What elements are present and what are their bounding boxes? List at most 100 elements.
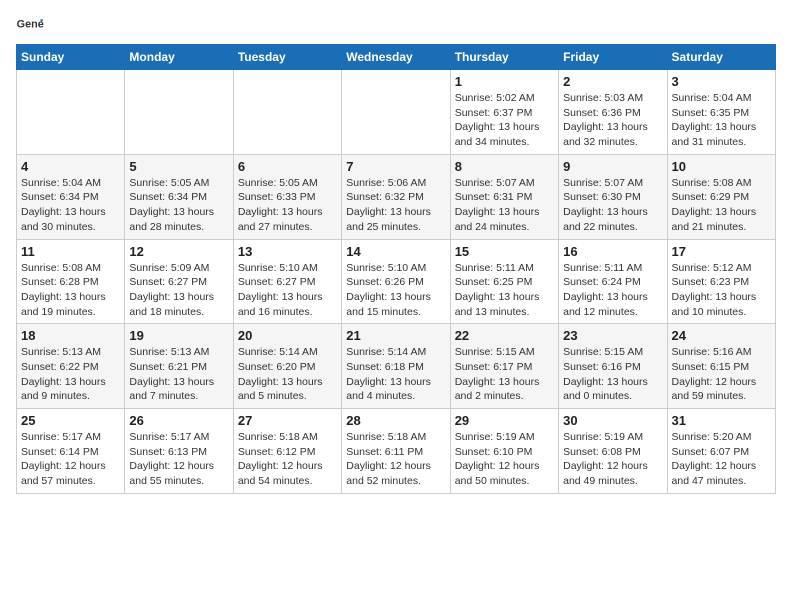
calendar-cell — [342, 70, 450, 155]
calendar-cell: 16 Sunrise: 5:11 AM Sunset: 6:24 PM Dayli… — [559, 239, 667, 324]
cell-day-number: 30 — [563, 413, 662, 428]
calendar-cell: 18Sunrise: 5:13 AM Sunset: 6:22 PM Dayli… — [17, 324, 125, 409]
calendar-cell: 31 Sunrise: 5:20 AM Sunset: 6:07 PM Dayli… — [667, 409, 775, 494]
cell-day-number: 31 — [672, 413, 771, 428]
calendar-cell: 22 Sunrise: 5:15 AM Sunset: 6:17 PM Dayli… — [450, 324, 558, 409]
calendar-cell: 5 Sunrise: 5:05 AM Sunset: 6:34 PM Daylig… — [125, 154, 233, 239]
calendar-cell: 6Sunrise: 5:05 AM Sunset: 6:33 PM Daylig… — [233, 154, 341, 239]
cell-day-number: 13 — [238, 244, 337, 259]
calendar-cell: 7 Sunrise: 5:06 AM Sunset: 6:32 PM Daylig… — [342, 154, 450, 239]
calendar-cell: 24Sunrise: 5:16 AM Sunset: 6:15 PM Dayli… — [667, 324, 775, 409]
cell-day-info: Sunrise: 5:20 AM Sunset: 6:07 PM Dayligh… — [672, 430, 771, 489]
calendar-cell: 10 Sunrise: 5:08 AM Sunset: 6:29 PM Dayli… — [667, 154, 775, 239]
weekday-header: Wednesday — [342, 45, 450, 70]
cell-day-info: Sunrise: 5:08 AM Sunset: 6:29 PM Dayligh… — [672, 176, 771, 235]
cell-day-number: 20 — [238, 328, 337, 343]
cell-day-number: 16 — [563, 244, 662, 259]
svg-text:General: General — [17, 19, 44, 31]
cell-day-info: Sunrise: 5:07 AM Sunset: 6:31 PM Dayligh… — [455, 176, 554, 235]
calendar-cell: 17 Sunrise: 5:12 AM Sunset: 6:23 PM Dayli… — [667, 239, 775, 324]
calendar-cell: 27Sunrise: 5:18 AM Sunset: 6:12 PM Dayli… — [233, 409, 341, 494]
cell-day-info: Sunrise: 5:06 AM Sunset: 6:32 PM Dayligh… — [346, 176, 445, 235]
cell-day-info: Sunrise: 5:16 AM Sunset: 6:15 PM Dayligh… — [672, 345, 771, 404]
cell-day-number: 6 — [238, 159, 337, 174]
cell-day-number: 10 — [672, 159, 771, 174]
calendar-cell: 9 Sunrise: 5:07 AM Sunset: 6:30 PM Daylig… — [559, 154, 667, 239]
cell-day-number: 14 — [346, 244, 445, 259]
cell-day-number: 5 — [129, 159, 228, 174]
cell-day-number: 25 — [21, 413, 120, 428]
calendar-cell: 23 Sunrise: 5:15 AM Sunset: 6:16 PM Dayli… — [559, 324, 667, 409]
calendar-week-row: 4Sunrise: 5:04 AM Sunset: 6:34 PM Daylig… — [17, 154, 776, 239]
logo: General — [16, 16, 48, 36]
calendar-cell — [17, 70, 125, 155]
cell-day-info: Sunrise: 5:04 AM Sunset: 6:35 PM Dayligh… — [672, 91, 771, 150]
cell-day-number: 26 — [129, 413, 228, 428]
calendar-cell: 3 Sunrise: 5:04 AM Sunset: 6:35 PM Daylig… — [667, 70, 775, 155]
header: General — [16, 16, 776, 36]
cell-day-info: Sunrise: 5:18 AM Sunset: 6:12 PM Dayligh… — [238, 430, 337, 489]
cell-day-number: 17 — [672, 244, 771, 259]
cell-day-info: Sunrise: 5:03 AM Sunset: 6:36 PM Dayligh… — [563, 91, 662, 150]
cell-day-info: Sunrise: 5:19 AM Sunset: 6:10 PM Dayligh… — [455, 430, 554, 489]
cell-day-info: Sunrise: 5:14 AM Sunset: 6:18 PM Dayligh… — [346, 345, 445, 404]
cell-day-info: Sunrise: 5:13 AM Sunset: 6:21 PM Dayligh… — [129, 345, 228, 404]
cell-day-info: Sunrise: 5:05 AM Sunset: 6:34 PM Dayligh… — [129, 176, 228, 235]
calendar-cell: 26 Sunrise: 5:17 AM Sunset: 6:13 PM Dayli… — [125, 409, 233, 494]
cell-day-info: Sunrise: 5:15 AM Sunset: 6:17 PM Dayligh… — [455, 345, 554, 404]
weekday-header: Tuesday — [233, 45, 341, 70]
cell-day-info: Sunrise: 5:10 AM Sunset: 6:26 PM Dayligh… — [346, 261, 445, 320]
calendar-cell: 11Sunrise: 5:08 AM Sunset: 6:28 PM Dayli… — [17, 239, 125, 324]
cell-day-number: 21 — [346, 328, 445, 343]
cell-day-info: Sunrise: 5:17 AM Sunset: 6:13 PM Dayligh… — [129, 430, 228, 489]
cell-day-number: 11 — [21, 244, 120, 259]
cell-day-info: Sunrise: 5:09 AM Sunset: 6:27 PM Dayligh… — [129, 261, 228, 320]
cell-day-info: Sunrise: 5:11 AM Sunset: 6:25 PM Dayligh… — [455, 261, 554, 320]
calendar-cell: 30 Sunrise: 5:19 AM Sunset: 6:08 PM Dayli… — [559, 409, 667, 494]
cell-day-number: 7 — [346, 159, 445, 174]
calendar-week-row: 11Sunrise: 5:08 AM Sunset: 6:28 PM Dayli… — [17, 239, 776, 324]
weekday-header-row: SundayMondayTuesdayWednesdayThursdayFrid… — [17, 45, 776, 70]
calendar-week-row: 18Sunrise: 5:13 AM Sunset: 6:22 PM Dayli… — [17, 324, 776, 409]
calendar-cell: 21 Sunrise: 5:14 AM Sunset: 6:18 PM Dayli… — [342, 324, 450, 409]
calendar-week-row: 1Sunrise: 5:02 AM Sunset: 6:37 PM Daylig… — [17, 70, 776, 155]
cell-day-number: 29 — [455, 413, 554, 428]
calendar-cell: 29 Sunrise: 5:19 AM Sunset: 6:10 PM Dayli… — [450, 409, 558, 494]
cell-day-number: 19 — [129, 328, 228, 343]
cell-day-number: 3 — [672, 74, 771, 89]
calendar-cell: 19 Sunrise: 5:13 AM Sunset: 6:21 PM Dayli… — [125, 324, 233, 409]
weekday-header: Thursday — [450, 45, 558, 70]
cell-day-number: 2 — [563, 74, 662, 89]
calendar-cell — [125, 70, 233, 155]
calendar-cell: 8Sunrise: 5:07 AM Sunset: 6:31 PM Daylig… — [450, 154, 558, 239]
cell-day-info: Sunrise: 5:12 AM Sunset: 6:23 PM Dayligh… — [672, 261, 771, 320]
calendar-week-row: 25 Sunrise: 5:17 AM Sunset: 6:14 PM Dayli… — [17, 409, 776, 494]
calendar-cell: 2 Sunrise: 5:03 AM Sunset: 6:36 PM Daylig… — [559, 70, 667, 155]
weekday-header: Friday — [559, 45, 667, 70]
weekday-header: Sunday — [17, 45, 125, 70]
calendar-cell: 14 Sunrise: 5:10 AM Sunset: 6:26 PM Dayli… — [342, 239, 450, 324]
cell-day-info: Sunrise: 5:17 AM Sunset: 6:14 PM Dayligh… — [21, 430, 120, 489]
cell-day-info: Sunrise: 5:11 AM Sunset: 6:24 PM Dayligh… — [563, 261, 662, 320]
logo-icon: General — [16, 16, 44, 36]
cell-day-number: 9 — [563, 159, 662, 174]
calendar-cell: 28Sunrise: 5:18 AM Sunset: 6:11 PM Dayli… — [342, 409, 450, 494]
cell-day-info: Sunrise: 5:18 AM Sunset: 6:11 PM Dayligh… — [346, 430, 445, 489]
calendar-cell: 4Sunrise: 5:04 AM Sunset: 6:34 PM Daylig… — [17, 154, 125, 239]
cell-day-number: 15 — [455, 244, 554, 259]
cell-day-info: Sunrise: 5:14 AM Sunset: 6:20 PM Dayligh… — [238, 345, 337, 404]
cell-day-info: Sunrise: 5:02 AM Sunset: 6:37 PM Dayligh… — [455, 91, 554, 150]
cell-day-number: 12 — [129, 244, 228, 259]
cell-day-info: Sunrise: 5:15 AM Sunset: 6:16 PM Dayligh… — [563, 345, 662, 404]
cell-day-info: Sunrise: 5:04 AM Sunset: 6:34 PM Dayligh… — [21, 176, 120, 235]
cell-day-info: Sunrise: 5:19 AM Sunset: 6:08 PM Dayligh… — [563, 430, 662, 489]
calendar-cell: 12 Sunrise: 5:09 AM Sunset: 6:27 PM Dayli… — [125, 239, 233, 324]
cell-day-number: 18 — [21, 328, 120, 343]
calendar-cell: 20 Sunrise: 5:14 AM Sunset: 6:20 PM Dayli… — [233, 324, 341, 409]
weekday-header: Saturday — [667, 45, 775, 70]
cell-day-info: Sunrise: 5:07 AM Sunset: 6:30 PM Dayligh… — [563, 176, 662, 235]
calendar-cell: 13Sunrise: 5:10 AM Sunset: 6:27 PM Dayli… — [233, 239, 341, 324]
calendar-cell — [233, 70, 341, 155]
cell-day-number: 22 — [455, 328, 554, 343]
cell-day-number: 23 — [563, 328, 662, 343]
